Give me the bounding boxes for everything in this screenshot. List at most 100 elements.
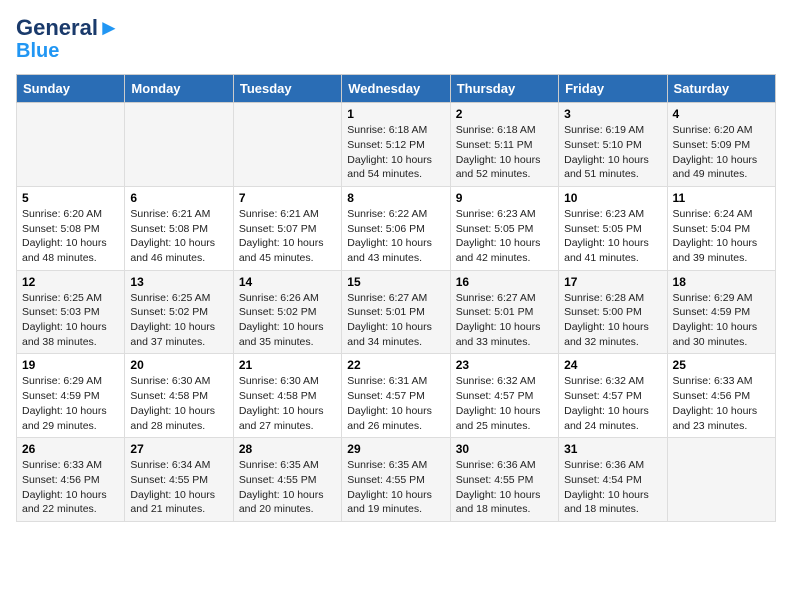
day-info: Sunrise: 6:32 AM Sunset: 4:57 PM Dayligh… bbox=[456, 374, 553, 433]
day-number: 23 bbox=[456, 358, 553, 372]
week-row-4: 19 Sunrise: 6:29 AM Sunset: 4:59 PM Dayli… bbox=[17, 354, 776, 438]
day-info: Sunrise: 6:30 AM Sunset: 4:58 PM Dayligh… bbox=[130, 374, 227, 433]
day-info: Sunrise: 6:30 AM Sunset: 4:58 PM Dayligh… bbox=[239, 374, 336, 433]
weekday-header-monday: Monday bbox=[125, 75, 233, 103]
day-number: 21 bbox=[239, 358, 336, 372]
calendar-cell: 30 Sunrise: 6:36 AM Sunset: 4:55 PM Dayli… bbox=[450, 438, 558, 522]
day-info: Sunrise: 6:18 AM Sunset: 5:11 PM Dayligh… bbox=[456, 123, 553, 182]
calendar-cell: 14Sunrise: 6:26 AM Sunset: 5:02 PM Dayli… bbox=[233, 270, 341, 354]
day-info: Sunrise: 6:21 AM Sunset: 5:07 PM Dayligh… bbox=[239, 207, 336, 266]
weekday-header-row: SundayMondayTuesdayWednesdayThursdayFrid… bbox=[17, 75, 776, 103]
day-info: Sunrise: 6:36 AM Sunset: 4:55 PM Dayligh… bbox=[456, 458, 553, 517]
day-number: 16 bbox=[456, 275, 553, 289]
weekday-header-thursday: Thursday bbox=[450, 75, 558, 103]
calendar-cell: 19 Sunrise: 6:29 AM Sunset: 4:59 PM Dayli… bbox=[17, 354, 125, 438]
week-row-5: 26Sunrise: 6:33 AM Sunset: 4:56 PM Dayli… bbox=[17, 438, 776, 522]
day-number: 28 bbox=[239, 442, 336, 456]
week-row-1: 1 Sunrise: 6:18 AM Sunset: 5:12 PM Daylig… bbox=[17, 103, 776, 187]
day-info: Sunrise: 6:23 AM Sunset: 5:05 PM Dayligh… bbox=[456, 207, 553, 266]
day-info: Sunrise: 6:36 AM Sunset: 4:54 PM Dayligh… bbox=[564, 458, 661, 517]
calendar-cell: 28 Sunrise: 6:35 AM Sunset: 4:55 PM Dayli… bbox=[233, 438, 341, 522]
day-info: Sunrise: 6:25 AM Sunset: 5:03 PM Dayligh… bbox=[22, 291, 119, 350]
calendar-cell: 2 Sunrise: 6:18 AM Sunset: 5:11 PM Daylig… bbox=[450, 103, 558, 187]
calendar-cell bbox=[125, 103, 233, 187]
calendar-cell: 21 Sunrise: 6:30 AM Sunset: 4:58 PM Dayli… bbox=[233, 354, 341, 438]
calendar-cell: 9 Sunrise: 6:23 AM Sunset: 5:05 PM Daylig… bbox=[450, 186, 558, 270]
weekday-header-wednesday: Wednesday bbox=[342, 75, 450, 103]
day-number: 1 bbox=[347, 107, 444, 121]
day-number: 6 bbox=[130, 191, 227, 205]
day-info: Sunrise: 6:20 AM Sunset: 5:09 PM Dayligh… bbox=[673, 123, 770, 182]
calendar-cell bbox=[233, 103, 341, 187]
day-number: 17 bbox=[564, 275, 661, 289]
day-info: Sunrise: 6:32 AM Sunset: 4:57 PM Dayligh… bbox=[564, 374, 661, 433]
calendar-cell: 10Sunrise: 6:23 AM Sunset: 5:05 PM Dayli… bbox=[559, 186, 667, 270]
logo-text: General► bbox=[16, 16, 120, 40]
calendar-cell: 7 Sunrise: 6:21 AM Sunset: 5:07 PM Daylig… bbox=[233, 186, 341, 270]
calendar-cell: 18 Sunrise: 6:29 AM Sunset: 4:59 PM Dayli… bbox=[667, 270, 775, 354]
calendar-cell: 4 Sunrise: 6:20 AM Sunset: 5:09 PM Daylig… bbox=[667, 103, 775, 187]
day-number: 29 bbox=[347, 442, 444, 456]
calendar-cell: 12Sunrise: 6:25 AM Sunset: 5:03 PM Dayli… bbox=[17, 270, 125, 354]
calendar-cell: 3Sunrise: 6:19 AM Sunset: 5:10 PM Daylig… bbox=[559, 103, 667, 187]
logo: General► Blue bbox=[16, 16, 120, 62]
weekday-header-tuesday: Tuesday bbox=[233, 75, 341, 103]
day-number: 9 bbox=[456, 191, 553, 205]
day-number: 7 bbox=[239, 191, 336, 205]
day-info: Sunrise: 6:27 AM Sunset: 5:01 PM Dayligh… bbox=[456, 291, 553, 350]
day-info: Sunrise: 6:29 AM Sunset: 4:59 PM Dayligh… bbox=[22, 374, 119, 433]
day-number: 4 bbox=[673, 107, 770, 121]
day-number: 11 bbox=[673, 191, 770, 205]
day-number: 18 bbox=[673, 275, 770, 289]
calendar-cell: 29Sunrise: 6:35 AM Sunset: 4:55 PM Dayli… bbox=[342, 438, 450, 522]
calendar-cell: 17 Sunrise: 6:28 AM Sunset: 5:00 PM Dayli… bbox=[559, 270, 667, 354]
day-number: 22 bbox=[347, 358, 444, 372]
day-info: Sunrise: 6:20 AM Sunset: 5:08 PM Dayligh… bbox=[22, 207, 119, 266]
weekday-header-sunday: Sunday bbox=[17, 75, 125, 103]
calendar-cell: 16 Sunrise: 6:27 AM Sunset: 5:01 PM Dayli… bbox=[450, 270, 558, 354]
day-number: 2 bbox=[456, 107, 553, 121]
day-number: 5 bbox=[22, 191, 119, 205]
day-info: Sunrise: 6:28 AM Sunset: 5:00 PM Dayligh… bbox=[564, 291, 661, 350]
day-info: Sunrise: 6:24 AM Sunset: 5:04 PM Dayligh… bbox=[673, 207, 770, 266]
calendar-cell: 22 Sunrise: 6:31 AM Sunset: 4:57 PM Dayli… bbox=[342, 354, 450, 438]
calendar-cell: 20 Sunrise: 6:30 AM Sunset: 4:58 PM Dayli… bbox=[125, 354, 233, 438]
day-info: Sunrise: 6:35 AM Sunset: 4:55 PM Dayligh… bbox=[239, 458, 336, 517]
day-info: Sunrise: 6:18 AM Sunset: 5:12 PM Dayligh… bbox=[347, 123, 444, 182]
logo-blue-text: Blue bbox=[16, 40, 59, 62]
calendar-cell: 6 Sunrise: 6:21 AM Sunset: 5:08 PM Daylig… bbox=[125, 186, 233, 270]
day-info: Sunrise: 6:34 AM Sunset: 4:55 PM Dayligh… bbox=[130, 458, 227, 517]
calendar-cell: 26Sunrise: 6:33 AM Sunset: 4:56 PM Dayli… bbox=[17, 438, 125, 522]
day-number: 8 bbox=[347, 191, 444, 205]
day-info: Sunrise: 6:22 AM Sunset: 5:06 PM Dayligh… bbox=[347, 207, 444, 266]
day-number: 25 bbox=[673, 358, 770, 372]
day-number: 27 bbox=[130, 442, 227, 456]
calendar-cell: 31 Sunrise: 6:36 AM Sunset: 4:54 PM Dayli… bbox=[559, 438, 667, 522]
day-info: Sunrise: 6:29 AM Sunset: 4:59 PM Dayligh… bbox=[673, 291, 770, 350]
header: General► Blue bbox=[16, 16, 776, 62]
week-row-3: 12Sunrise: 6:25 AM Sunset: 5:03 PM Dayli… bbox=[17, 270, 776, 354]
day-info: Sunrise: 6:33 AM Sunset: 4:56 PM Dayligh… bbox=[673, 374, 770, 433]
day-info: Sunrise: 6:27 AM Sunset: 5:01 PM Dayligh… bbox=[347, 291, 444, 350]
day-number: 19 bbox=[22, 358, 119, 372]
weekday-header-saturday: Saturday bbox=[667, 75, 775, 103]
day-info: Sunrise: 6:21 AM Sunset: 5:08 PM Dayligh… bbox=[130, 207, 227, 266]
day-number: 20 bbox=[130, 358, 227, 372]
day-info: Sunrise: 6:23 AM Sunset: 5:05 PM Dayligh… bbox=[564, 207, 661, 266]
day-number: 13 bbox=[130, 275, 227, 289]
calendar-cell: 5 Sunrise: 6:20 AM Sunset: 5:08 PM Daylig… bbox=[17, 186, 125, 270]
calendar-cell: 13 Sunrise: 6:25 AM Sunset: 5:02 PM Dayli… bbox=[125, 270, 233, 354]
day-info: Sunrise: 6:19 AM Sunset: 5:10 PM Dayligh… bbox=[564, 123, 661, 182]
calendar-cell: 24 Sunrise: 6:32 AM Sunset: 4:57 PM Dayli… bbox=[559, 354, 667, 438]
day-number: 14 bbox=[239, 275, 336, 289]
calendar-cell: 8 Sunrise: 6:22 AM Sunset: 5:06 PM Daylig… bbox=[342, 186, 450, 270]
week-row-2: 5 Sunrise: 6:20 AM Sunset: 5:08 PM Daylig… bbox=[17, 186, 776, 270]
day-number: 31 bbox=[564, 442, 661, 456]
day-number: 15 bbox=[347, 275, 444, 289]
calendar-cell: 23 Sunrise: 6:32 AM Sunset: 4:57 PM Dayli… bbox=[450, 354, 558, 438]
day-number: 24 bbox=[564, 358, 661, 372]
day-info: Sunrise: 6:25 AM Sunset: 5:02 PM Dayligh… bbox=[130, 291, 227, 350]
day-info: Sunrise: 6:31 AM Sunset: 4:57 PM Dayligh… bbox=[347, 374, 444, 433]
weekday-header-friday: Friday bbox=[559, 75, 667, 103]
day-number: 30 bbox=[456, 442, 553, 456]
